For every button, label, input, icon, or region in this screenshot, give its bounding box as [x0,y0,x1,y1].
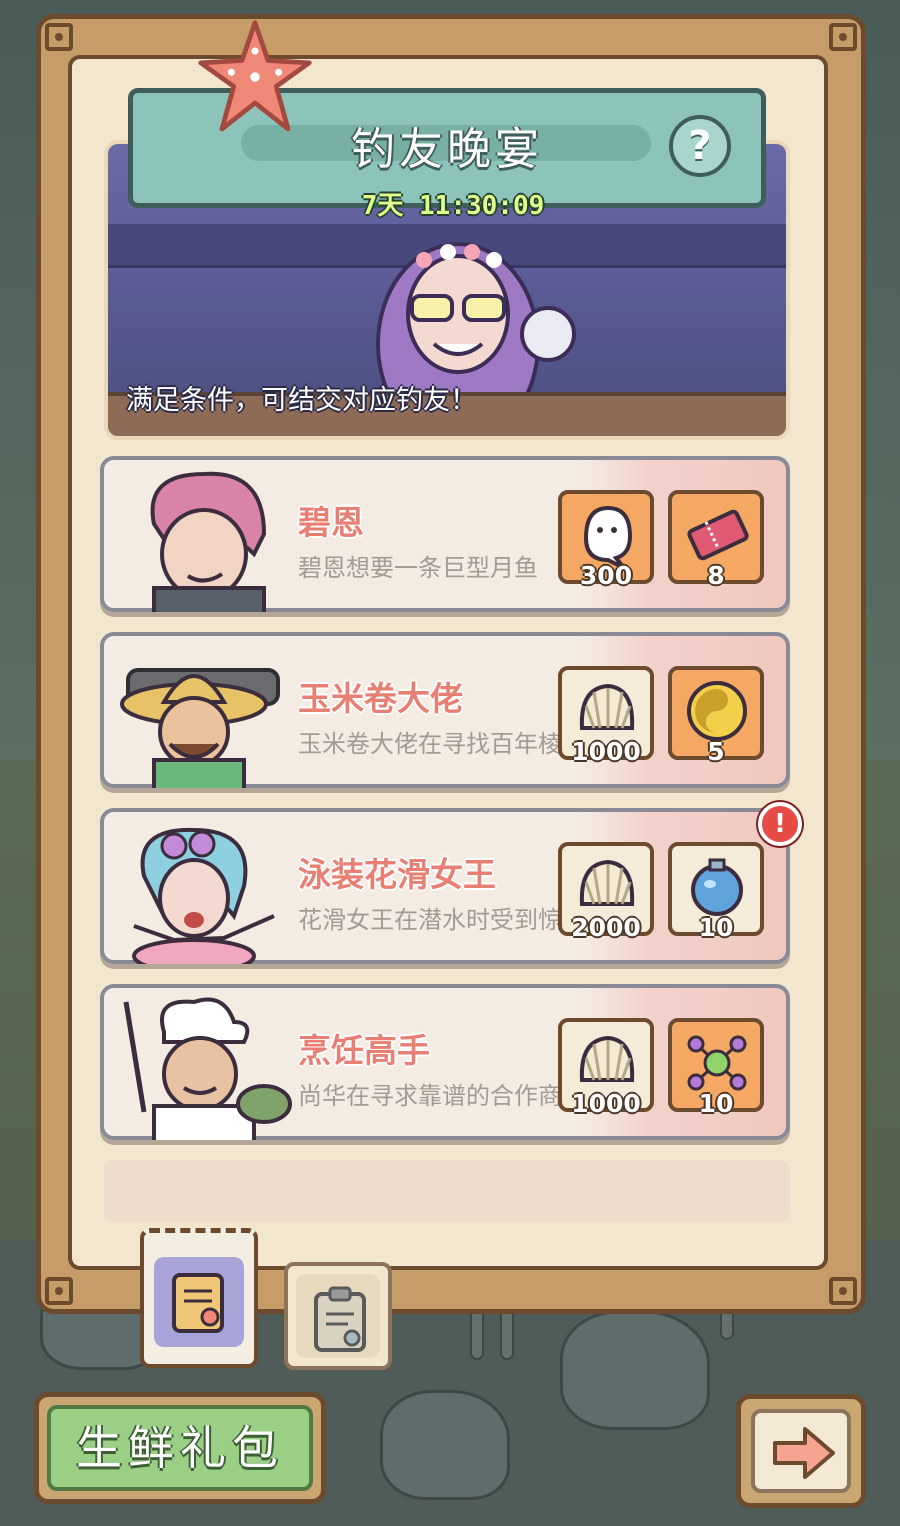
reward-count: 300 [579,561,633,590]
reward-count: 10 [698,1089,734,1118]
reward-count: 5 [707,737,725,766]
rock [560,1310,710,1430]
reward-slot[interactable]: 5 [668,666,764,766]
shell-icon [579,1035,635,1082]
reward-slot[interactable]: 10 [668,842,764,942]
quest-name: 玉米卷大佬 [298,679,463,718]
reward-slot[interactable]: 10 [668,1018,764,1118]
tab-records[interactable] [284,1262,392,1370]
rock [380,1390,510,1500]
quest-name: 碧恩 [298,503,364,542]
quest-description: 花滑女王在潜水时受到惊吓 [298,906,586,934]
quest-card[interactable]: 碧恩 碧恩想要一条巨型月鱼 300 8 [100,456,790,612]
skater-queen-portrait [132,827,275,964]
bolt-decoration [829,23,857,51]
reward-count: 1000 [571,1089,641,1118]
quest-scroll-icon [172,1273,224,1333]
shell-icon [579,683,635,730]
next-button[interactable] [736,1394,866,1508]
reward-count: 1000 [571,737,641,766]
molecule-icon [687,1035,747,1091]
quest-card[interactable]: 玉米卷大佬 玉米卷大佬在寻找百年棱皮龟 1000 5 [100,632,790,788]
fresh-gift-pack-label: 生鲜礼包 [47,1405,313,1491]
banner-description: 满足条件，可结交对应钓友！ [126,385,477,416]
pink-hair-man-portrait [150,471,267,612]
event-countdown: 7天 11:30:09 [361,191,545,221]
reward-slot[interactable]: 1000 [558,1018,654,1118]
reward-count: 8 [707,561,725,590]
arrow-right-icon [773,1427,835,1479]
ticket-icon [687,509,749,561]
empty-quest-slot [104,1160,790,1222]
quest-name: 烹饪高手 [298,1031,430,1070]
bottle-orb-icon [691,858,743,916]
quest-name: 泳装花滑女王 [298,855,496,894]
reward-slot[interactable]: 2000 [558,842,654,942]
next-button-face [751,1409,851,1493]
shell-icon [579,859,635,906]
quest-description: 尚华在寻求靠谱的合作商 [298,1082,562,1110]
tab-records-face [296,1274,380,1358]
clipboard-icon [314,1286,366,1352]
quest-card[interactable]: 泳装花滑女王 花滑女王在潜水时受到惊吓 2000 10 ! [100,802,802,964]
bolt-decoration [45,23,73,51]
reward-slot[interactable]: 1000 [558,666,654,766]
reward-count: 2000 [571,913,641,942]
ghost-icon [583,505,633,570]
tab-quests-face [154,1257,244,1347]
yin-yang-coin-icon [687,681,747,741]
bolt-decoration [45,1277,73,1305]
reward-count: 10 [698,913,734,942]
tab-quests[interactable] [140,1228,258,1368]
sombrero-man-portrait [120,668,280,788]
quest-card[interactable]: 烹饪高手 尚华在寻求靠谱的合作商 1000 10 [100,984,790,1140]
chef-portrait [123,997,292,1140]
bolt-decoration [829,1277,857,1305]
reward-slot[interactable]: 300 [558,490,654,590]
alert-badge: ! [758,802,802,846]
reward-slot[interactable]: 8 [668,490,764,590]
quest-description: 碧恩想要一条巨型月鱼 [298,554,538,582]
starfish-icon [198,20,312,132]
fresh-gift-pack-button[interactable]: 生鲜礼包 [34,1392,326,1504]
help-button[interactable]: ? [669,115,731,177]
